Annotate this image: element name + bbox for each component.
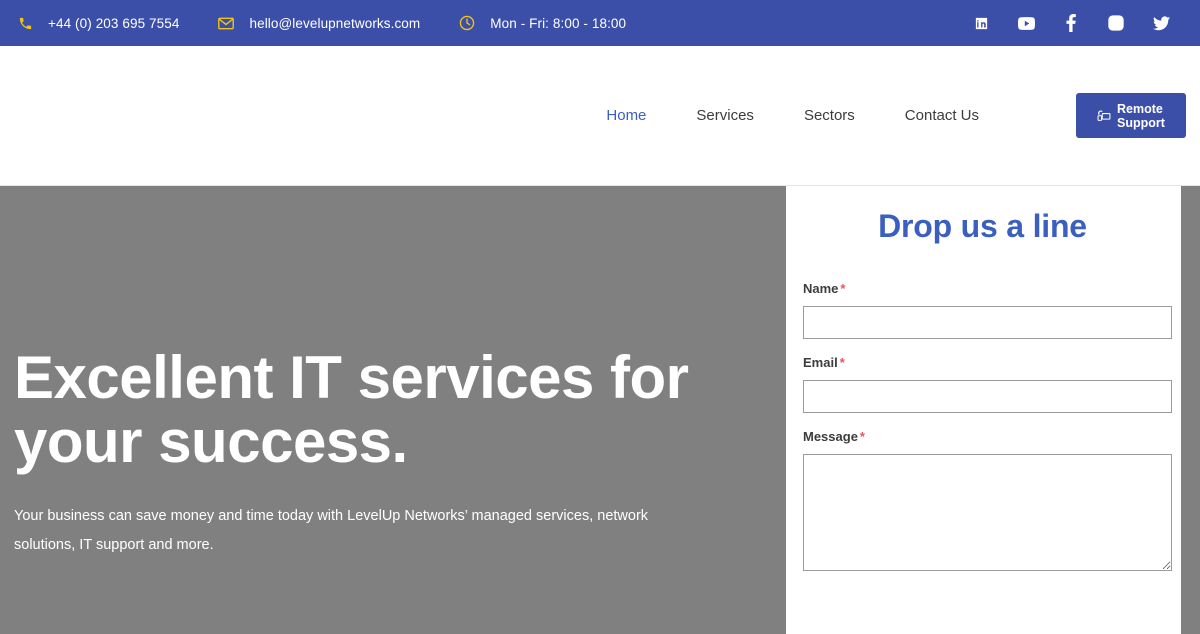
site-logo[interactable] (40, 81, 300, 151)
instagram-icon[interactable] (1107, 14, 1125, 32)
contact-form: Name * Email * Message * (803, 281, 1172, 571)
remote-desktop-icon (1097, 109, 1111, 123)
nav-item-services[interactable]: Services (671, 107, 779, 124)
remote-support-line2: Support (1117, 115, 1165, 130)
remote-support-line1: Remote (1117, 101, 1163, 116)
hero-section: Excellent IT services for your success. … (0, 186, 1200, 634)
email-field-label: Email * (803, 355, 1162, 370)
form-title: Drop us a line (878, 208, 1087, 244)
contact-hours-text: Mon - Fri: 8:00 - 18:00 (490, 15, 627, 31)
main-navigation: Home Services Sectors Contact Us (581, 107, 1004, 124)
linkedin-icon[interactable] (972, 14, 990, 32)
message-field-label: Message * (803, 429, 1162, 444)
youtube-icon[interactable] (1017, 14, 1035, 32)
field-group-message: Message * (803, 429, 1172, 571)
nav-item-home[interactable]: Home (581, 107, 671, 124)
name-field-label: Name * (803, 281, 1162, 296)
email-field-label-text: Email (803, 355, 838, 370)
message-required-marker: * (859, 429, 865, 444)
field-group-email: Email * (803, 355, 1172, 413)
hero-subtitle: Your business can save money and time to… (14, 508, 649, 553)
name-required-marker: * (840, 281, 846, 296)
message-textarea[interactable] (803, 454, 1172, 571)
contact-phone[interactable]: +44 (0) 203 695 7554 (12, 16, 179, 31)
contact-form-panel: Drop us a line Name * Email * Message * (786, 186, 1181, 634)
hero-copy: Excellent IT services for your success. … (14, 346, 714, 560)
hero-right-gutter (1181, 186, 1200, 634)
top-utility-bar: +44 (0) 203 695 7554 hello@levelupnetwor… (0, 0, 1200, 46)
field-group-name: Name * (803, 281, 1172, 339)
contact-hours: Mon - Fri: 8:00 - 18:00 (454, 15, 626, 31)
envelope-icon (213, 17, 239, 30)
nav-item-contact-us[interactable]: Contact Us (880, 107, 1004, 124)
nav-item-sectors[interactable]: Sectors (779, 107, 880, 124)
remote-support-button[interactable]: Remote Support (1076, 93, 1186, 138)
email-input[interactable] (803, 380, 1172, 413)
topbar-contact-group: +44 (0) 203 695 7554 hello@levelupnetwor… (12, 15, 972, 31)
social-links (972, 14, 1184, 32)
contact-phone-text: +44 (0) 203 695 7554 (48, 15, 180, 31)
contact-email[interactable]: hello@levelupnetworks.com (213, 16, 420, 31)
remote-support-label: Remote Support (1117, 102, 1165, 130)
email-required-marker: * (839, 355, 845, 370)
twitter-icon[interactable] (1152, 14, 1170, 32)
hero-title: Excellent IT services for your success. (14, 344, 689, 475)
name-field-label-text: Name (803, 281, 839, 296)
facebook-icon[interactable] (1062, 14, 1080, 32)
site-header: Home Services Sectors Contact Us Remote … (0, 46, 1200, 186)
phone-icon (12, 16, 38, 31)
clock-icon (454, 15, 480, 31)
message-field-label-text: Message (803, 429, 858, 444)
contact-email-text: hello@levelupnetworks.com (249, 15, 421, 31)
name-input[interactable] (803, 306, 1172, 339)
